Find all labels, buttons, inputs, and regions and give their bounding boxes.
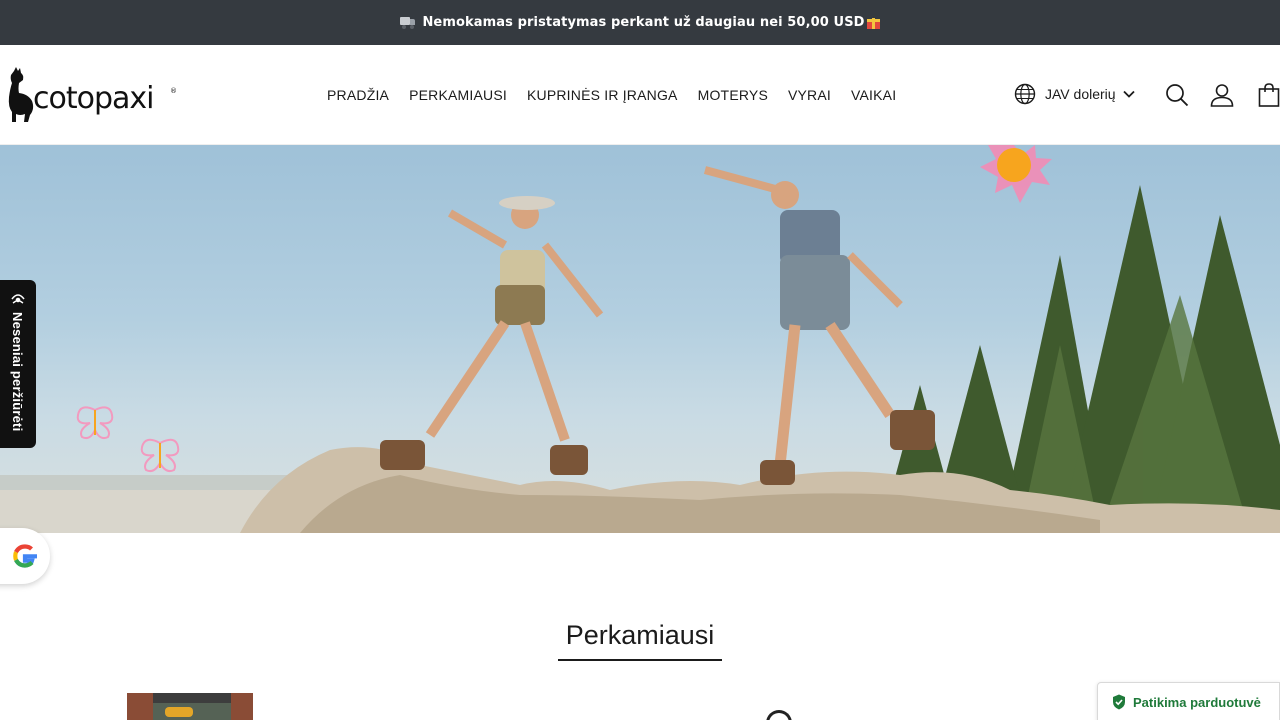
gift-icon	[866, 16, 880, 29]
cart-icon[interactable]	[1258, 83, 1280, 107]
main-nav: PRADŽIA PERKAMIAUSI KUPRINĖS IR ĮRANGA M…	[327, 87, 916, 103]
google-icon	[13, 544, 37, 568]
product-card-image[interactable]	[127, 693, 253, 720]
product-card-image[interactable]	[766, 710, 792, 720]
shield-check-icon	[1113, 694, 1125, 710]
llama-icon	[8, 67, 34, 122]
bestsellers-section-header: Perkamiausi	[0, 620, 1280, 661]
brand-logo[interactable]: cotopaxi ®	[6, 67, 178, 125]
nav-item-bestsellers[interactable]: PERKAMIAUSI	[409, 87, 507, 103]
announcement-text: Nemokamas pristatymas perkant už daugiau…	[422, 15, 865, 30]
brand-registered-mark: ®	[170, 87, 177, 95]
hero-image	[0, 145, 1280, 533]
sun-doodle	[980, 145, 1052, 203]
google-reviews-badge[interactable]	[0, 528, 50, 584]
recently-viewed-label: Neseniai peržiūrėti	[10, 312, 25, 432]
nav-item-women[interactable]: MOTERYS	[698, 87, 768, 103]
globe-icon	[1014, 83, 1036, 105]
nav-item-backpacks-gear[interactable]: KUPRINĖS IR ĮRANGA	[527, 87, 678, 103]
trusted-store-label: Patikima parduotuvė	[1133, 694, 1261, 710]
recent-eye-icon	[11, 294, 25, 304]
site-header: cotopaxi ® PRADŽIA PERKAMIAUSI KUPRINĖS …	[0, 45, 1280, 145]
truck-icon	[400, 17, 416, 29]
nav-item-kids[interactable]: VAIKAI	[851, 87, 896, 103]
announcement-bar: Nemokamas pristatymas perkant už daugiau…	[0, 0, 1280, 45]
search-icon[interactable]	[1165, 83, 1189, 107]
recently-viewed-tab[interactable]: Neseniai peržiūrėti	[0, 280, 36, 448]
nav-item-home[interactable]: PRADŽIA	[327, 87, 389, 103]
currency-label: JAV dolerių	[1045, 86, 1116, 102]
hero-banner[interactable]	[0, 145, 1280, 533]
brand-wordmark: cotopaxi	[33, 81, 154, 116]
section-title: Perkamiausi	[558, 620, 722, 661]
chevron-down-icon	[1122, 90, 1135, 98]
trusted-store-badge[interactable]: Patikima parduotuvė	[1097, 682, 1280, 720]
currency-selector[interactable]: JAV dolerių	[1014, 83, 1136, 105]
nav-item-men[interactable]: VYRAI	[788, 87, 831, 103]
account-icon[interactable]	[1210, 83, 1234, 107]
